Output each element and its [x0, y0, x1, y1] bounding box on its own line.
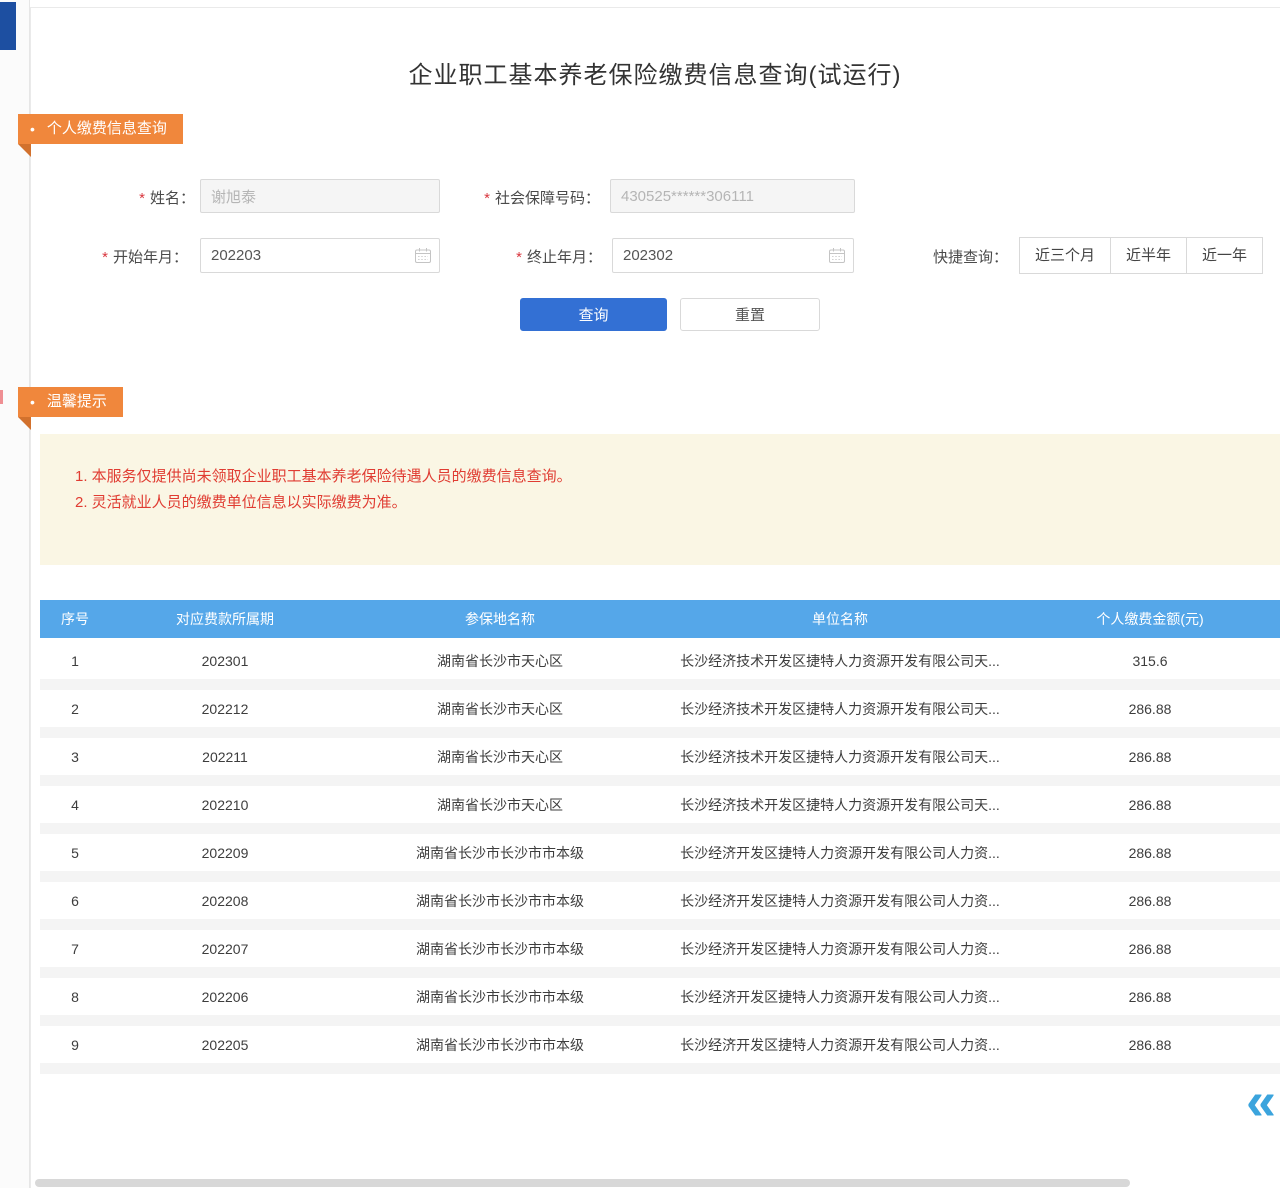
- start-month-input[interactable]: [200, 238, 440, 273]
- table-row: 6 202208 湖南省长沙市长沙市市本级 长沙经济开发区捷特人力资源开发有限公…: [40, 882, 1280, 920]
- cell-period: 202211: [110, 749, 340, 765]
- cell-index: 6: [40, 893, 110, 909]
- cell-amount: 286.88: [1020, 749, 1280, 765]
- cell-amount: 315.6: [1020, 653, 1280, 669]
- table-row: 4 202210 湖南省长沙市天心区 长沙经济技术开发区捷特人力资源开发有限公司…: [40, 786, 1280, 824]
- cell-amount: 286.88: [1020, 1037, 1280, 1053]
- end-month-input[interactable]: [612, 238, 854, 273]
- notice-line: 1. 本服务仅提供尚未领取企业职工基本养老保险待遇人员的缴费信息查询。: [75, 464, 1260, 490]
- ssn-input: [610, 179, 855, 213]
- start-month-label: *开始年月：: [80, 246, 188, 267]
- table-row: 2 202212 湖南省长沙市天心区 长沙经济技术开发区捷特人力资源开发有限公司…: [40, 690, 1280, 728]
- header-cell: 个人缴费金额(元): [1020, 609, 1280, 629]
- section-badge-label: 个人缴费信息查询: [47, 114, 167, 144]
- quick-range-1y-button[interactable]: 近一年: [1186, 237, 1263, 274]
- table-row: 9 202205 湖南省长沙市长沙市市本级 长沙经济开发区捷特人力资源开发有限公…: [40, 1026, 1280, 1064]
- cell-employer: 长沙经济技术开发区捷特人力资源开发有限公司天...: [660, 651, 1020, 671]
- cell-amount: 286.88: [1020, 893, 1280, 909]
- section-badge-personal-query: • 个人缴费信息查询: [18, 114, 183, 144]
- cell-region: 湖南省长沙市长沙市市本级: [340, 939, 660, 959]
- section-badge-tips: • 温馨提示: [18, 387, 123, 417]
- left-edge-marker: [0, 390, 3, 404]
- calendar-icon[interactable]: [414, 247, 432, 265]
- cell-region: 湖南省长沙市长沙市市本级: [340, 891, 660, 911]
- cell-employer: 长沙经济技术开发区捷特人力资源开发有限公司天...: [660, 795, 1020, 815]
- cell-employer: 长沙经济开发区捷特人力资源开发有限公司人力资...: [660, 939, 1020, 959]
- header-cell: 单位名称: [660, 609, 1020, 629]
- sidebar-blue-block: [0, 2, 16, 50]
- cell-region: 湖南省长沙市长沙市市本级: [340, 1035, 660, 1055]
- cell-region: 湖南省长沙市天心区: [340, 651, 660, 671]
- quick-query-label: 快捷查询：: [933, 246, 1013, 267]
- collapse-chevron-icon[interactable]: «: [1246, 1074, 1276, 1128]
- cell-index: 8: [40, 989, 110, 1005]
- table-row: 3 202211 湖南省长沙市天心区 长沙经济技术开发区捷特人力资源开发有限公司…: [40, 738, 1280, 776]
- cell-index: 3: [40, 749, 110, 765]
- cell-region: 湖南省长沙市天心区: [340, 795, 660, 815]
- cell-region: 湖南省长沙市长沙市市本级: [340, 843, 660, 863]
- cell-region: 湖南省长沙市长沙市市本级: [340, 987, 660, 1007]
- horizontal-scrollbar-thumb[interactable]: [35, 1179, 1130, 1187]
- reset-button[interactable]: 重置: [680, 298, 820, 331]
- end-month-label: *终止年月：: [492, 246, 602, 267]
- cell-index: 1: [40, 653, 110, 669]
- table-row: 8 202206 湖南省长沙市长沙市市本级 长沙经济开发区捷特人力资源开发有限公…: [40, 978, 1280, 1016]
- quick-range-6m-button[interactable]: 近半年: [1110, 237, 1187, 274]
- cell-period: 202212: [110, 701, 340, 717]
- name-input: [200, 179, 440, 213]
- name-label: *姓名：: [90, 187, 195, 208]
- cell-period: 202206: [110, 989, 340, 1005]
- cell-amount: 286.88: [1020, 941, 1280, 957]
- cell-amount: 286.88: [1020, 797, 1280, 813]
- cell-employer: 长沙经济开发区捷特人力资源开发有限公司人力资...: [660, 891, 1020, 911]
- left-gutter: [0, 0, 30, 1188]
- cell-index: 4: [40, 797, 110, 813]
- section-badge-label: 温馨提示: [47, 387, 107, 417]
- required-mark: *: [484, 190, 490, 207]
- table-row: 5 202209 湖南省长沙市长沙市市本级 长沙经济开发区捷特人力资源开发有限公…: [40, 834, 1280, 872]
- calendar-icon[interactable]: [828, 247, 846, 265]
- cell-amount: 286.88: [1020, 701, 1280, 717]
- table-row: 7 202207 湖南省长沙市长沙市市本级 长沙经济开发区捷特人力资源开发有限公…: [40, 930, 1280, 968]
- cell-period: 202207: [110, 941, 340, 957]
- cell-employer: 长沙经济技术开发区捷特人力资源开发有限公司天...: [660, 699, 1020, 719]
- quick-range-3m-button[interactable]: 近三个月: [1019, 237, 1111, 274]
- cell-index: 2: [40, 701, 110, 717]
- notice-line: 2. 灵活就业人员的缴费单位信息以实际缴费为准。: [75, 490, 1260, 516]
- cell-employer: 长沙经济开发区捷特人力资源开发有限公司人力资...: [660, 1035, 1020, 1055]
- cell-period: 202210: [110, 797, 340, 813]
- cell-region: 湖南省长沙市天心区: [340, 747, 660, 767]
- cell-period: 202209: [110, 845, 340, 861]
- table-body: 1 202301 湖南省长沙市天心区 长沙经济技术开发区捷特人力资源开发有限公司…: [40, 638, 1280, 1064]
- required-mark: *: [516, 249, 522, 266]
- required-mark: *: [139, 190, 145, 207]
- notice-box: 1. 本服务仅提供尚未领取企业职工基本养老保险待遇人员的缴费信息查询。 2. 灵…: [40, 434, 1280, 565]
- cell-index: 7: [40, 941, 110, 957]
- cell-period: 202301: [110, 653, 340, 669]
- cell-period: 202208: [110, 893, 340, 909]
- table-row: 1 202301 湖南省长沙市天心区 长沙经济技术开发区捷特人力资源开发有限公司…: [40, 642, 1280, 680]
- cell-employer: 长沙经济技术开发区捷特人力资源开发有限公司天...: [660, 747, 1020, 767]
- cell-region: 湖南省长沙市天心区: [340, 699, 660, 719]
- cell-index: 9: [40, 1037, 110, 1053]
- header-cell: 序号: [40, 609, 110, 629]
- cell-employer: 长沙经济开发区捷特人力资源开发有限公司人力资...: [660, 987, 1020, 1007]
- badge-bullet-icon: •: [30, 114, 35, 144]
- cell-employer: 长沙经济开发区捷特人力资源开发有限公司人力资...: [660, 843, 1020, 863]
- table-header-row: 序号 对应费款所属期 参保地名称 单位名称 个人缴费金额(元): [40, 600, 1280, 638]
- cell-period: 202205: [110, 1037, 340, 1053]
- header-cell: 对应费款所属期: [110, 609, 340, 629]
- required-mark: *: [102, 249, 108, 266]
- pension-query-page: 企业职工基本养老保险缴费信息查询(试运行) • 个人缴费信息查询 *姓名： *社…: [0, 0, 1280, 1188]
- quick-query-group: 近三个月 近半年 近一年: [1020, 237, 1263, 274]
- page-title: 企业职工基本养老保险缴费信息查询(试运行): [30, 55, 1280, 90]
- cell-amount: 286.88: [1020, 989, 1280, 1005]
- query-button[interactable]: 查询: [520, 298, 667, 331]
- cell-amount: 286.88: [1020, 845, 1280, 861]
- header-cell: 参保地名称: [340, 609, 660, 629]
- payments-table: 序号 对应费款所属期 参保地名称 单位名称 个人缴费金额(元) 1 202301…: [40, 600, 1280, 1074]
- badge-bullet-icon: •: [30, 387, 35, 417]
- cell-index: 5: [40, 845, 110, 861]
- ssn-label: *社会保障号码：: [450, 187, 600, 208]
